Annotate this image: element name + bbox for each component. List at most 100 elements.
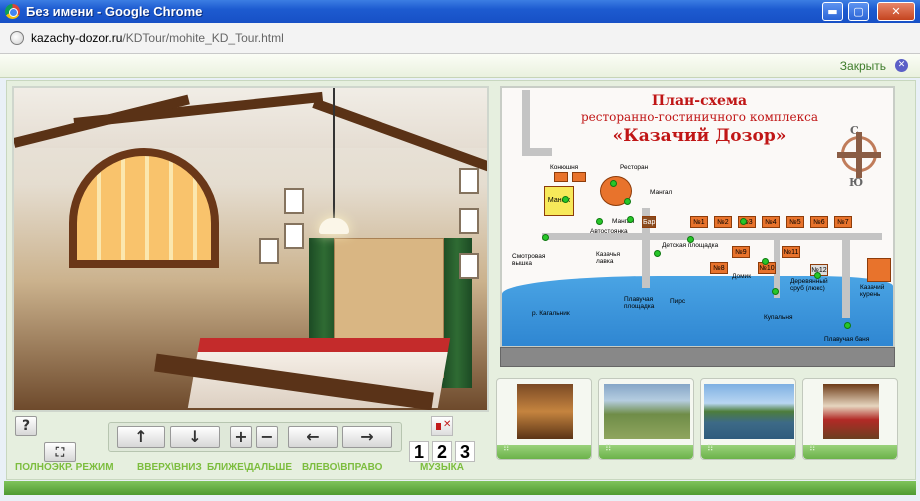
address-bar[interactable]: kazachy-dozor.ru/KDTour/mohite_KD_Tour.h… (0, 23, 920, 54)
map-house-9[interactable]: №9 (732, 246, 750, 258)
map-house-6[interactable]: №6 (810, 216, 828, 228)
thumbnail-bar (599, 444, 693, 459)
leftright-label: ВЛЕВО\ВПРАВО (302, 462, 383, 473)
map-house-5[interactable]: №5 (786, 216, 804, 228)
map-label-bath: Купальня (764, 314, 793, 321)
map-hotspot[interactable] (596, 218, 603, 225)
globe-icon (10, 31, 24, 45)
thumbnail-bar (701, 444, 795, 459)
window-title: Без имени - Google Chrome (26, 4, 203, 19)
map-label-pier: Пирс (670, 298, 686, 305)
map-hotspot[interactable] (772, 288, 779, 295)
map-title-1: План-схема (651, 93, 748, 109)
thumbnail-bar (497, 444, 591, 459)
pano-window (69, 148, 219, 268)
map-house-7[interactable]: №7 (834, 216, 852, 228)
map-label-river: р. Кагальник (532, 310, 570, 317)
map-hotspot[interactable] (687, 236, 694, 243)
map-label-stable: Конюшня (550, 164, 579, 171)
map-road (842, 238, 850, 318)
zoom-in-button[interactable]: + (230, 426, 252, 448)
map-hotspot[interactable] (562, 196, 569, 203)
up-button[interactable]: ↑ (117, 426, 165, 448)
thumbnail-2[interactable] (598, 378, 694, 460)
music-track-3[interactable]: 3 (455, 441, 475, 462)
url-host: kazachy-dozor.ru (31, 31, 123, 45)
pano-frame (459, 168, 479, 194)
map-house-stable[interactable] (572, 172, 586, 182)
map-hotspot[interactable] (624, 198, 631, 205)
map-hotspot[interactable] (610, 180, 617, 187)
map-house-bar[interactable]: Бар (642, 216, 656, 228)
map-label-log-lux: Деревянный сруб (люкс) (790, 278, 828, 292)
map-hotspot[interactable] (627, 216, 634, 223)
close-circle-icon[interactable]: ✕ (895, 59, 908, 72)
chrome-icon (5, 4, 20, 19)
pano-lamp (319, 218, 349, 234)
map-hotspot[interactable] (542, 234, 549, 241)
map-house-1[interactable]: №1 (690, 216, 708, 228)
map-label-shop: Казачья лавка (596, 251, 621, 265)
map-house-kuren[interactable] (867, 258, 891, 282)
compass-south: Ю (849, 176, 864, 189)
thumbnail-3[interactable] (700, 378, 796, 460)
map-road (522, 148, 552, 156)
map-hotspot[interactable] (844, 322, 851, 329)
map-label-parking: Автостоянка (590, 228, 628, 235)
close-row: Закрыть ✕ (0, 54, 920, 78)
right-button[interactable]: → (342, 426, 392, 448)
minimize-button[interactable]: ▬ (822, 2, 843, 21)
map-house-manezh[interactable]: Манеж (544, 186, 574, 216)
map-title-2: ресторанно-гостиничного комплекса (581, 110, 818, 124)
map-hotspot[interactable] (762, 258, 769, 265)
thumbnail-image (517, 384, 573, 439)
left-button[interactable]: ← (288, 426, 338, 448)
thumbnail-bar (803, 444, 897, 459)
map-house-stable[interactable] (554, 172, 568, 182)
help-button[interactable]: ? (15, 416, 37, 436)
map-label-float-bath: Плавучая баня (824, 336, 870, 343)
bottom-strip (4, 481, 916, 495)
mute-button[interactable] (431, 416, 453, 436)
map-label-tower: Смотровая вышка (512, 253, 546, 267)
fullscreen-icon: ⛶ (55, 445, 65, 459)
thumbnail-image (604, 384, 690, 439)
panorama-viewer[interactable] (12, 86, 489, 412)
url-text[interactable]: kazachy-dozor.ru/KDTour/mohite_KD_Tour.h… (31, 31, 284, 45)
window-titlebar: Без имени - Google Chrome ▬ ▢ ✕ (0, 0, 920, 23)
map-label-playground: Детская площадка (662, 242, 719, 249)
thumbnail-4[interactable] (802, 378, 898, 460)
map-label-float-area: Плавучая площадка (624, 296, 655, 310)
zoom-label: БЛИЖЕ\ДАЛЬШЕ (207, 462, 293, 473)
map-house-8[interactable]: №8 (710, 262, 728, 274)
thumbnail-1[interactable] (496, 378, 592, 460)
site-map[interactable]: План-схема ресторанно-гостиничного компл… (500, 86, 895, 348)
pano-lamp-wire (333, 88, 335, 218)
map-house-4[interactable]: №4 (762, 216, 780, 228)
map-label-restaurant: Ресторан (620, 164, 649, 171)
map-hotspot[interactable] (814, 272, 821, 279)
map-hotspot[interactable] (654, 250, 661, 257)
map-house-2[interactable]: №2 (714, 216, 732, 228)
maximize-button[interactable]: ▢ (848, 2, 869, 21)
zoom-out-button[interactable]: − (256, 426, 278, 448)
thumbnail-image (704, 384, 794, 439)
close-link[interactable]: Закрыть (840, 59, 886, 73)
fullscreen-label: ПОЛНОЭКР. РЕЖИМ (15, 462, 114, 473)
down-button[interactable]: ↓ (170, 426, 220, 448)
close-window-button[interactable]: ✕ (877, 2, 915, 21)
pano-frame (259, 238, 279, 264)
updown-label: ВВЕРХ\ВНИЗ (137, 462, 202, 473)
map-label-kuren: Казачий курень (860, 284, 885, 298)
map-hotspot[interactable] (740, 218, 747, 225)
music-track-1[interactable]: 1 (409, 441, 429, 462)
fullscreen-button[interactable]: ⛶ (44, 442, 76, 462)
thumbnail-image (823, 384, 879, 439)
pano-frame (459, 253, 479, 279)
map-label-domik: Домик (732, 273, 752, 280)
music-track-2[interactable]: 2 (432, 441, 452, 462)
map-label-mangal: Мангал (650, 189, 673, 196)
map-house-11[interactable]: №11 (782, 246, 800, 258)
music-label: МУЗЫКА (420, 462, 464, 473)
map-footer (500, 347, 895, 367)
